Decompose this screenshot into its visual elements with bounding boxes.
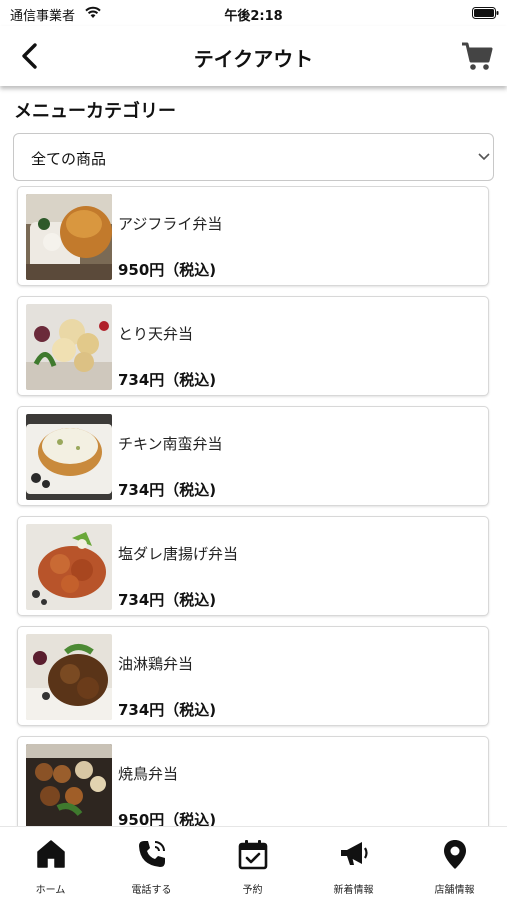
menu-item-card[interactable]: とり天弁当 734円（税込) xyxy=(17,296,489,396)
menu-list: アジフライ弁当 950円（税込) とり天弁当 734円（税込) チキン南蛮弁当 … xyxy=(0,186,507,826)
category-select[interactable]: 全ての商品 xyxy=(13,133,494,181)
status-bar: 通信事業者 午後2:18 xyxy=(0,0,507,26)
battery-icon xyxy=(472,7,499,19)
menu-item-name: とり天弁当 xyxy=(118,325,194,343)
tab-home[interactable]: ホーム xyxy=(0,827,101,900)
clock: 午後2:18 xyxy=(224,9,283,24)
menu-item-price: 734円（税込) xyxy=(118,591,217,609)
tab-label: 電話する xyxy=(131,885,172,896)
tab-label: ホーム xyxy=(35,885,66,896)
menu-item-card[interactable]: 塩ダレ唐揚げ弁当 734円（税込) xyxy=(17,516,489,616)
tab-store-info[interactable]: 店舗情報 xyxy=(404,827,505,900)
megaphone-icon xyxy=(341,842,368,865)
menu-item-card[interactable]: 油淋鶏弁当 734円（税込) xyxy=(17,626,489,726)
menu-item-card[interactable]: チキン南蛮弁当 734円（税込) xyxy=(17,406,489,506)
tab-label: 店舗情報 xyxy=(434,885,475,896)
navigation-bar: テイクアウト xyxy=(0,26,507,86)
menu-item-price: 734円（税込) xyxy=(118,701,217,719)
menu-item-name: 塩ダレ唐揚げ弁当 xyxy=(118,545,239,563)
food-photo xyxy=(26,634,112,720)
food-photo xyxy=(26,744,112,826)
menu-item-card[interactable]: 焼鳥弁当 950円（税込) xyxy=(17,736,489,826)
menu-item-name: 油淋鶏弁当 xyxy=(118,655,194,673)
menu-item-name: 焼鳥弁当 xyxy=(118,765,179,783)
food-photo xyxy=(26,524,112,610)
tab-news[interactable]: 新着情報 xyxy=(303,827,404,900)
menu-item-name: アジフライ弁当 xyxy=(118,215,223,233)
menu-item-name: チキン南蛮弁当 xyxy=(118,435,223,453)
food-photo xyxy=(26,304,112,390)
category-select-value: 全ての商品 xyxy=(31,150,107,168)
food-photo xyxy=(26,194,112,280)
menu-item-price: 950円（税込) xyxy=(118,811,217,826)
menu-item-price: 734円（税込) xyxy=(118,371,217,389)
tab-bar: ホーム 電話する 予約 新着情報 店舗情報 xyxy=(0,826,507,900)
menu-category-heading: メニューカテゴリー xyxy=(14,101,176,122)
menu-item-card[interactable]: アジフライ弁当 950円（税込) xyxy=(17,186,489,286)
menu-item-price: 734円（税込) xyxy=(118,481,217,499)
page-title: テイクアウト xyxy=(193,47,314,71)
tab-label: 新着情報 xyxy=(333,885,374,896)
menu-item-price: 950円（税込) xyxy=(118,261,217,279)
tab-phone[interactable]: 電話する xyxy=(101,827,202,900)
cart-button[interactable] xyxy=(460,40,494,72)
chevron-down-icon xyxy=(478,153,490,161)
map-pin-icon xyxy=(444,840,466,869)
calendar-check-icon xyxy=(238,840,268,870)
home-icon xyxy=(37,840,65,868)
phone-icon xyxy=(139,841,165,867)
food-photo xyxy=(26,414,112,500)
tab-reservation[interactable]: 予約 xyxy=(202,827,303,900)
tab-label: 予約 xyxy=(242,885,263,896)
